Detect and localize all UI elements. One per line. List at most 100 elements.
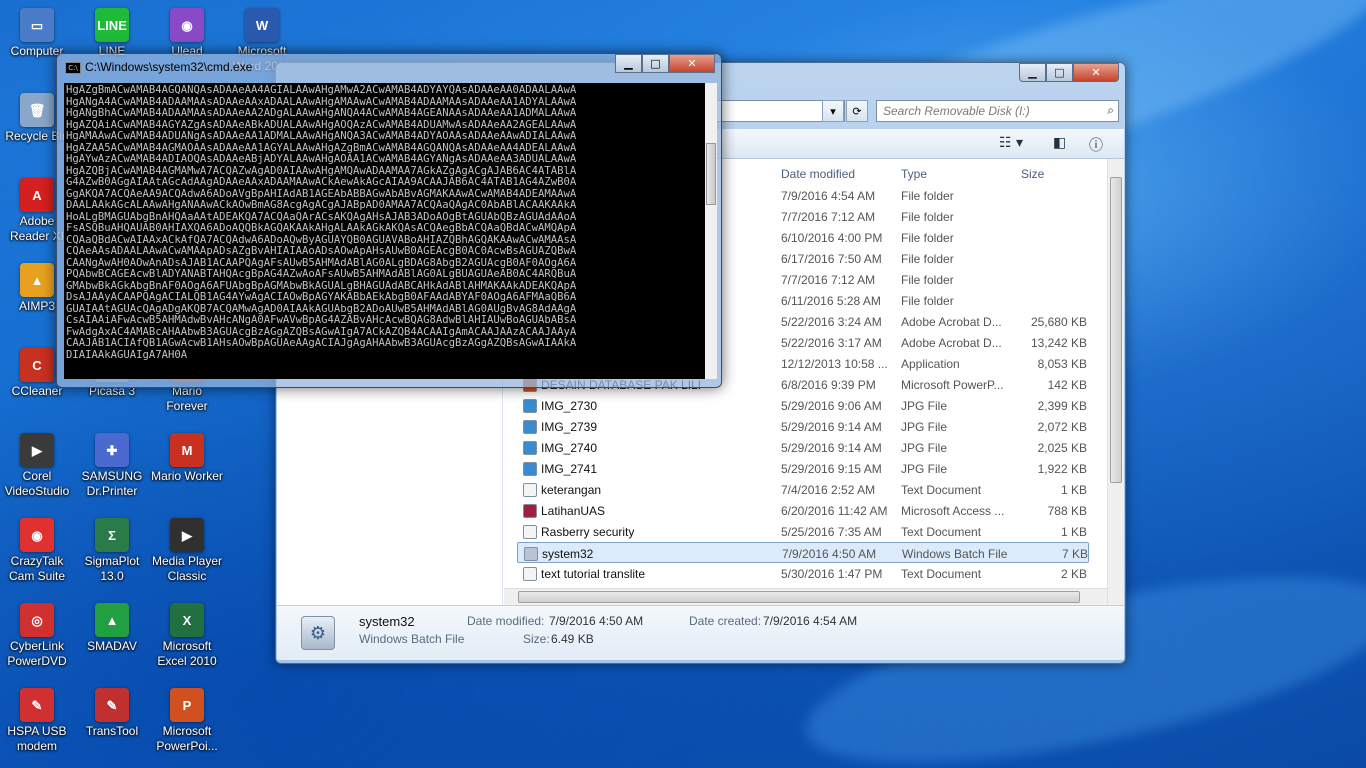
file-size: 2,025 KB [1037, 441, 1087, 455]
file-date: 5/29/2016 9:15 AM [781, 462, 882, 476]
file-type: Application [901, 357, 960, 371]
console-line: DsAJAAyACAAPQAgACIALQB1AG4AYwAgACIAOwBpA… [66, 291, 577, 303]
file-size: 1,922 KB [1037, 462, 1087, 476]
file-type: JPG File [901, 441, 948, 455]
file-row[interactable]: Rasberry security 5/25/2016 7:35 AM Text D… [517, 521, 1089, 542]
desktop-icon[interactable]: ▶ Corel VideoStudio [0, 433, 74, 499]
search-input[interactable]: Search Removable Disk (I:) ⌕ [876, 100, 1119, 122]
horizontal-scrollbar[interactable] [504, 588, 1107, 605]
details-file-type: Windows Batch File [359, 632, 465, 646]
file-type: File folder [901, 273, 954, 287]
desktop-icon-label: CyberLink PowerDVD [7, 639, 67, 668]
minimize-button[interactable]: ▁ [1019, 63, 1046, 82]
horizontal-scrollbar-thumb[interactable] [518, 591, 1080, 603]
file-type: Text Document [901, 567, 982, 581]
desktop-icon[interactable]: LINE LINE [75, 8, 149, 59]
console-line: CsAIAAiAFwAcwB5AHMAdwBvAHcANgA0AFwAVwBpA… [66, 314, 577, 326]
file-row[interactable]: keterangan 7/4/2016 2:52 AM Text Document 1… [517, 479, 1089, 500]
desktop-icon[interactable]: ▭ Computer [0, 8, 74, 59]
console-line: CAAJAB1ACIAfQB1AGwAcwB1AHsAOwBpAGUAeAAgA… [66, 337, 577, 349]
cmd-maximize-button[interactable]: □ [642, 54, 669, 73]
desktop-icon[interactable]: ◉ CrazyTalk Cam Suite [0, 518, 74, 584]
console-output[interactable]: HgAZgBmACwAMAB4AGQANQAsADAAeAA4AGIALAAwA… [64, 83, 705, 379]
file-size: 7 KB [1061, 547, 1088, 561]
desktop-icon[interactable]: ✎ HSPA USB modem [0, 688, 74, 754]
column-size[interactable]: Size [1021, 167, 1044, 181]
console-line: HgAZgBmACwAMAB4AGQANQAsADAAeAA4AGIALAAwA… [66, 84, 577, 96]
cmd-window[interactable]: C:\ C:\Windows\system32\cmd.exe ▁ □ ✕ Hg… [56, 53, 722, 388]
desktop-icon-label: Mario Forever [166, 384, 208, 413]
file-row[interactable]: IMG_2740 5/29/2016 9:14 AM JPG File 2,025 K… [517, 437, 1089, 458]
txt-file-icon [523, 525, 537, 539]
desktop-icon[interactable]: Σ SigmaPlot 13.0 [75, 518, 149, 584]
console-line: CQAeAAsADAALAAwACwAMAApADsAZgBvAHIAIAAoA… [66, 245, 577, 257]
file-type: Adobe Acrobat D... [901, 315, 1002, 329]
desktop-icon[interactable]: ▶ Media Player Classic [150, 518, 224, 584]
file-type: File folder [901, 252, 954, 266]
console-line: HgAYwAzACwAMAB4ADIAOQAsADAAeABjADYALAAwA… [66, 153, 577, 165]
desktop-icon[interactable]: P Microsoft PowerPoi... [150, 688, 224, 754]
file-type: Microsoft PowerP... [901, 378, 1004, 392]
desktop-icon[interactable]: ✎ TransTool [75, 688, 149, 739]
desktop-icon[interactable]: ◎ CyberLink PowerDVD [0, 603, 74, 669]
close-button[interactable]: ✕ [1073, 63, 1119, 82]
maximize-button[interactable]: □ [1046, 63, 1073, 82]
file-date: 7/9/2016 4:54 AM [781, 189, 876, 203]
desktop-icon-image: ▶ [20, 433, 54, 467]
file-date: 5/29/2016 9:14 AM [781, 441, 882, 455]
cmd-minimize-button[interactable]: ▁ [615, 54, 642, 73]
cmd-scrollbar-thumb[interactable] [706, 143, 716, 205]
desktop-icon-label: SAMSUNG Dr.Printer [81, 469, 143, 498]
file-date: 7/9/2016 4:50 AM [782, 547, 877, 561]
console-line: HgANgBhACwAMAB4ADAAMAAsADAAeAA2ADgALAAwA… [66, 107, 577, 119]
console-line: FsASQBuAHQAUAB0AHIAXQA6ADoAQQBkAGQAKAAkA… [66, 222, 577, 234]
desktop-icon[interactable]: M Mario Worker [150, 433, 224, 484]
column-date-modified[interactable]: Date modified [781, 167, 855, 181]
desktop-icon-image: ✎ [95, 688, 129, 722]
desktop-icon-image: A [20, 178, 54, 212]
file-date: 5/29/2016 9:06 AM [781, 399, 882, 413]
file-name: Rasberry security [541, 525, 635, 539]
file-row[interactable]: IMG_2739 5/29/2016 9:14 AM JPG File 2,072 K… [517, 416, 1089, 437]
desktop-icon-image: ▶ [170, 518, 204, 552]
file-date: 6/8/2016 9:39 PM [781, 378, 876, 392]
preview-pane-icon[interactable]: ◧ [1053, 135, 1066, 151]
file-size: 2,399 KB [1037, 399, 1087, 413]
details-size-value: 6.49 KB [551, 632, 594, 646]
console-line: PQAbwBCAGEAcwBlADYANABTAHQAcgBpAG4AZwAoA… [66, 268, 577, 280]
desktop-icon[interactable]: ◉ Ulead [150, 8, 224, 59]
file-row[interactable]: system32 7/9/2016 4:50 AM Windows Batch Fi… [517, 542, 1089, 563]
file-row[interactable]: IMG_2741 5/29/2016 9:15 AM JPG File 1,922 K… [517, 458, 1089, 479]
file-row[interactable]: text tutorial translite 5/30/2016 1:47 PM… [517, 563, 1089, 584]
file-type: Adobe Acrobat D... [901, 336, 1002, 350]
file-size: 13,242 KB [1030, 336, 1087, 350]
desktop-icon-image: W [245, 8, 279, 42]
desktop-icon-image: C [20, 348, 54, 382]
refresh-icon[interactable]: ⟳ [846, 100, 868, 122]
search-icon[interactable]: ⌕ [1107, 103, 1114, 118]
vertical-scrollbar-thumb[interactable] [1110, 177, 1122, 483]
file-name: keterangan [541, 483, 602, 497]
address-dropdown-icon[interactable]: ▾ [822, 100, 844, 122]
file-name: LatihanUAS [541, 504, 606, 518]
file-type: File folder [901, 210, 954, 224]
view-options-icon[interactable]: ☷ ▾ [999, 135, 1023, 151]
cmd-close-button[interactable]: ✕ [669, 54, 715, 73]
desktop-icon[interactable]: ▲ SMADAV [75, 603, 149, 654]
jpg-file-icon [523, 399, 537, 413]
desktop-icon-image: ◉ [170, 8, 204, 42]
desktop-icon[interactable]: X Microsoft Excel 2010 [150, 603, 224, 669]
file-type: File folder [901, 231, 954, 245]
file-date: 5/22/2016 3:17 AM [781, 336, 882, 350]
column-type[interactable]: Type [901, 167, 927, 181]
help-icon[interactable]: ⓘ [1089, 135, 1103, 155]
desktop-icon-label: Corel VideoStudio [4, 469, 70, 498]
file-date: 12/12/2013 10:58 ... [781, 357, 888, 371]
file-row[interactable]: IMG_2730 5/29/2016 9:06 AM JPG File 2,399 K… [517, 395, 1089, 416]
vertical-scrollbar[interactable] [1107, 159, 1124, 605]
desktop-icon[interactable]: ✚ SAMSUNG Dr.Printer [75, 433, 149, 499]
file-row[interactable]: LatihanUAS 6/20/2016 11:42 AM Microsoft Ac… [517, 500, 1089, 521]
file-type: File folder [901, 294, 954, 308]
desktop-icon-label: SigmaPlot 13.0 [84, 554, 140, 583]
cmd-scrollbar[interactable] [705, 83, 717, 379]
